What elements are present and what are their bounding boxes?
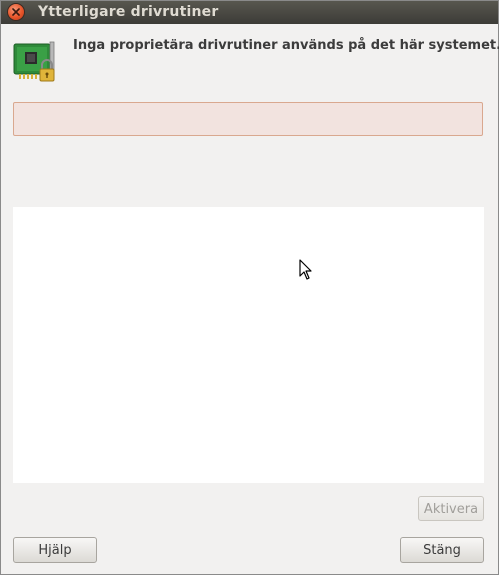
- title-bar[interactable]: Ytterligare drivrutiner: [1, 1, 498, 24]
- close-button[interactable]: Stäng: [400, 537, 484, 563]
- hardware-card-lock-icon: [13, 39, 61, 87]
- driver-list[interactable]: [13, 207, 484, 483]
- help-button[interactable]: Hjälp: [13, 537, 97, 563]
- additional-drivers-window: Ytterligare drivrutiner Inga proprietära…: [0, 0, 499, 575]
- close-icon: [12, 8, 20, 16]
- close-window-button[interactable]: [8, 4, 24, 20]
- activate-button[interactable]: Aktivera: [418, 496, 484, 521]
- status-message: Inga proprietära drivrutiner används på …: [73, 38, 499, 53]
- window-title: Ytterligare drivrutiner: [38, 4, 219, 20]
- info-bar: [13, 102, 483, 136]
